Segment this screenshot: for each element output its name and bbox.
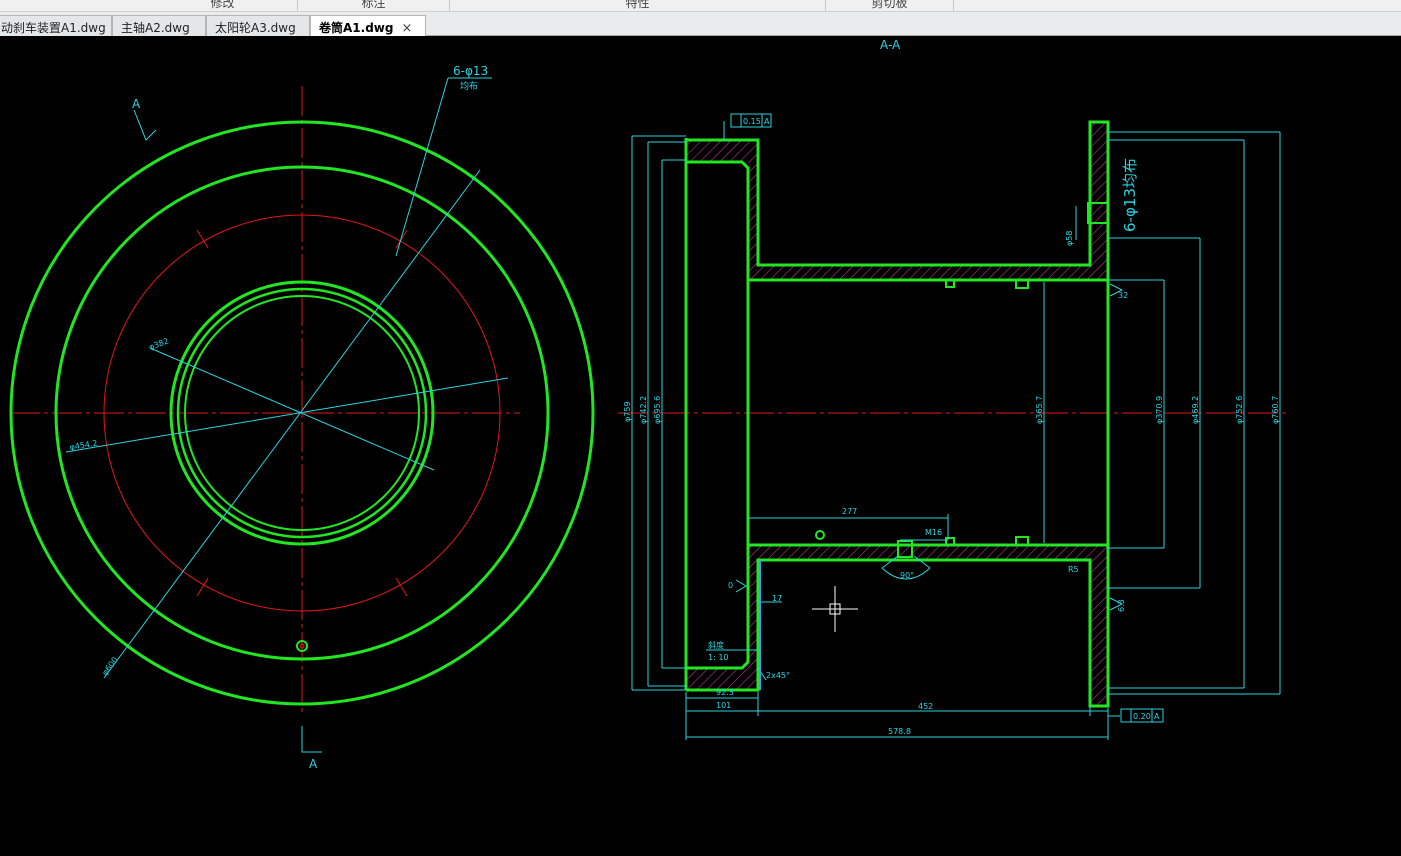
dim-17: 17 xyxy=(772,594,782,603)
dim-d7422: φ742.2 xyxy=(639,396,648,424)
dim-d6956: φ695.6 xyxy=(653,396,662,424)
dim-d3709: φ370.9 xyxy=(1155,396,1164,424)
ribbon-group-label: 修改 xyxy=(210,0,235,10)
keyway-features xyxy=(815,202,1109,558)
tab-label: 主轴A2.dwg xyxy=(121,21,190,35)
tab-sun-gear[interactable]: 太阳轮A3.dwg xyxy=(206,15,310,36)
dim-277: 277 xyxy=(842,507,857,516)
crosshair-cursor-icon xyxy=(812,586,858,632)
ribbon-group-annotate[interactable]: 标注 xyxy=(298,0,450,11)
datum-mark: 0 xyxy=(728,581,733,590)
dim-5788: 578.8 xyxy=(888,727,911,736)
dim-d3657: φ365.7 xyxy=(1035,396,1044,424)
ribbon-group-clipboard[interactable]: 剪切板 xyxy=(826,0,954,11)
radius-note: R5 xyxy=(1068,565,1079,574)
tol-ref: A xyxy=(1154,712,1160,721)
section-arrow-top xyxy=(133,109,157,141)
tab-label: 卷筒A1.dwg xyxy=(319,21,394,35)
section-title: A-A xyxy=(880,38,901,52)
tab-brake-device[interactable]: 动刹车装置A1.dwg xyxy=(0,15,112,36)
slope-value: 1: 10 xyxy=(708,653,729,662)
holes-note: 6-φ13均布 xyxy=(1121,158,1139,232)
tolerance-frame-top: 0.15 A xyxy=(730,113,772,128)
tol-ref: A xyxy=(764,117,770,126)
tab-main-shaft[interactable]: 主轴A2.dwg xyxy=(112,15,206,36)
tab-label: 动刹车装置A1.dwg xyxy=(1,21,106,35)
dim-d7607: φ760.7 xyxy=(1271,396,1280,424)
dim-m16: M16 xyxy=(925,528,942,537)
bolt-tick xyxy=(395,229,408,249)
roughness-icon xyxy=(735,579,747,593)
dim-line-d4542 xyxy=(65,377,509,453)
dim-923: 92.3 xyxy=(716,688,734,697)
slope-label: 斜度 xyxy=(708,640,724,650)
tol-value: 0.15 xyxy=(743,117,761,126)
dim-90: 90° xyxy=(900,571,914,580)
tolerance-frame-bottom: 0.20 A xyxy=(1120,708,1164,723)
dim-d759: φ759 xyxy=(623,401,632,422)
section-arrow-bottom xyxy=(301,726,322,753)
document-tab-bar: 动刹车装置A1.dwg 主轴A2.dwg 太阳轮A3.dwg 卷筒A1.dwg × xyxy=(0,12,1401,36)
roughness-32: 32 xyxy=(1118,291,1128,300)
section-mark-top: A xyxy=(132,97,141,111)
dim-d7526: φ752.6 xyxy=(1235,396,1244,424)
dim-line-d600 xyxy=(103,169,481,679)
hole-note-sub: 均布 xyxy=(460,80,478,92)
bolt-tick xyxy=(196,229,209,249)
cad-drawing[interactable]: 6-φ13 均布 φ382 φ454.2 φ600 A A A-A 0.15 A… xyxy=(0,36,1401,856)
ribbon-group-properties[interactable]: 特性 xyxy=(450,0,826,11)
section-view: A-A 0.15 A 0.20 A 6-φ13均布 φ58 277 M16 90… xyxy=(618,38,1290,740)
bolt-tick xyxy=(196,577,209,597)
dim-d4542: φ454.2 xyxy=(69,439,98,452)
chamfer-note: 2x45° xyxy=(766,671,790,680)
ribbon-group-label: 标注 xyxy=(361,0,386,10)
dim-452: 452 xyxy=(918,702,933,711)
dim-d382: φ382 xyxy=(148,336,170,351)
hole-note: 6-φ13 xyxy=(453,64,488,78)
section-mark-bottom: A xyxy=(309,757,318,771)
drawing-canvas[interactable]: 6-φ13 均布 φ382 φ454.2 φ600 A A A-A 0.15 A… xyxy=(0,36,1401,856)
tab-drum[interactable]: 卷筒A1.dwg × xyxy=(310,15,426,36)
tab-label: 太阳轮A3.dwg xyxy=(215,21,296,35)
dim-101: 101 xyxy=(716,701,731,710)
ribbon-group-label: 剪切板 xyxy=(871,0,908,10)
leader-holes xyxy=(395,77,449,257)
ribbon-panel-labels: 修改 标注 特性 剪切板 xyxy=(0,0,1401,12)
close-tab-icon[interactable]: × xyxy=(401,21,412,36)
section-dimension-lines xyxy=(631,121,1281,740)
section-outline xyxy=(684,120,1110,708)
bolt-tick xyxy=(395,577,408,597)
dim-d4692: φ469.2 xyxy=(1191,396,1200,424)
ribbon-group-label: 特性 xyxy=(625,0,650,10)
dim-d600: φ600 xyxy=(100,655,119,677)
front-view: 6-φ13 均布 φ382 φ454.2 φ600 A A xyxy=(9,64,595,771)
ribbon-group-modify[interactable]: 修改 xyxy=(148,0,298,11)
dim-d58: φ58 xyxy=(1065,231,1074,246)
tol-value: 0.20 xyxy=(1133,712,1151,721)
